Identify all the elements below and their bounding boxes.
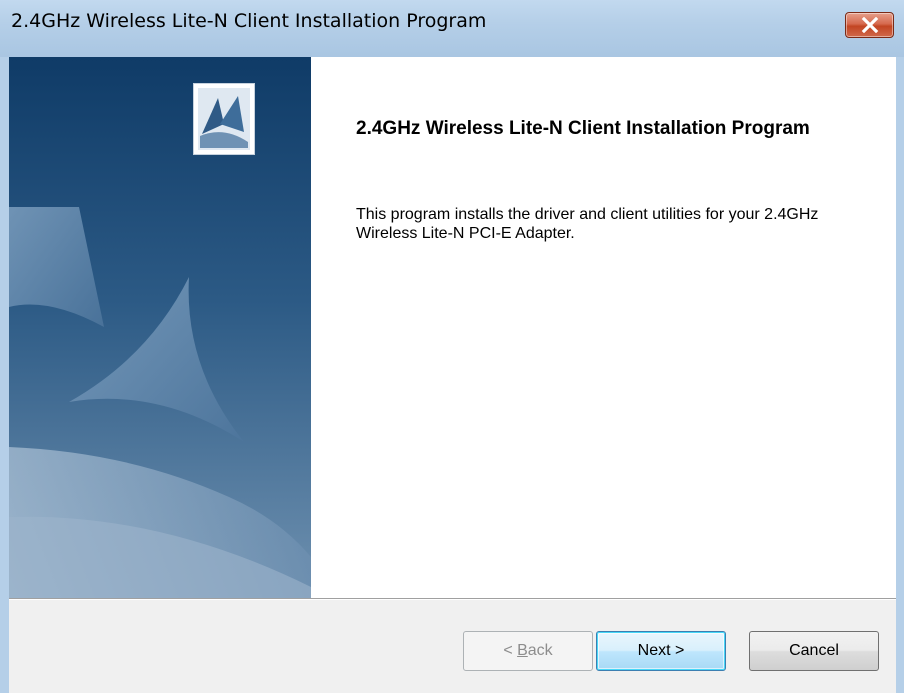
- setup-logo-icon: [193, 83, 255, 155]
- back-button[interactable]: < Back: [463, 631, 593, 671]
- installer-window: 2.4GHz Wireless Lite-N Client Installati…: [0, 0, 904, 693]
- wizard-body: 2.4GHz Wireless Lite-N Client Installati…: [9, 57, 896, 693]
- window-title: 2.4GHz Wireless Lite-N Client Installati…: [11, 10, 487, 32]
- page-description: This program installs the driver and cli…: [356, 206, 819, 242]
- side-banner: [9, 57, 311, 598]
- close-icon: [861, 17, 878, 33]
- cancel-button[interactable]: Cancel: [749, 631, 879, 671]
- content-panel: 2.4GHz Wireless Lite-N Client Installati…: [311, 57, 896, 598]
- footer-divider: [9, 598, 896, 600]
- back-button-mnemonic: B: [517, 642, 528, 659]
- page-title: 2.4GHz Wireless Lite-N Client Installati…: [356, 118, 810, 139]
- sails-banner-image: [9, 57, 311, 598]
- back-button-rest: ack: [527, 642, 553, 659]
- next-button[interactable]: Next >: [596, 631, 726, 671]
- title-bar[interactable]: 2.4GHz Wireless Lite-N Client Installati…: [0, 0, 904, 57]
- back-button-prefix: <: [503, 642, 518, 659]
- close-button[interactable]: [845, 12, 894, 38]
- window-frame-right: [896, 57, 904, 693]
- window-frame-left: [0, 57, 9, 693]
